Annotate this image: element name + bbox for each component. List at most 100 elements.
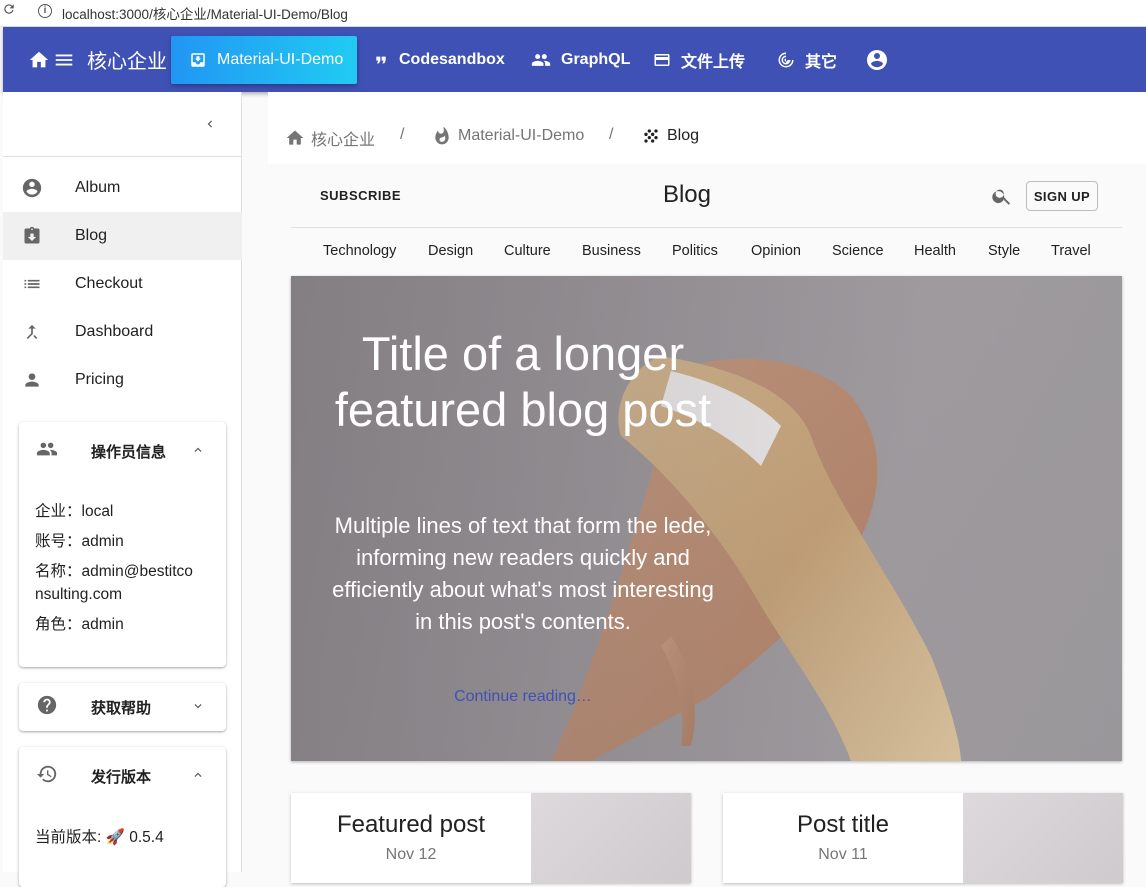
sign-up-button[interactable]: SIGN UP (1026, 181, 1098, 211)
sidebar-item-album[interactable]: Album (3, 164, 242, 212)
help-header[interactable]: 获取帮助 (19, 683, 226, 731)
sidebar-item-checkout[interactable]: Checkout (3, 260, 242, 308)
breadcrumb-label: Blog (667, 127, 700, 144)
whatshot-icon (435, 126, 449, 145)
nav-file-upload[interactable]: 文件上传 (653, 27, 745, 92)
people-icon (36, 438, 58, 465)
section-link[interactable]: Style (988, 243, 1020, 259)
release-header[interactable]: 发行版本 (19, 747, 226, 805)
brand-title[interactable]: 核心企业 (87, 27, 167, 92)
sidebar-item-pricing[interactable]: Pricing (3, 356, 242, 404)
sidebar-item-dashboard[interactable]: Dashboard (3, 308, 242, 356)
breadcrumb-separator: / (609, 126, 614, 143)
browser-url-bar: i localhost:3000/核心企业/Material-UI-Demo/B… (0, 0, 1146, 27)
breadcrumb-separator: / (400, 126, 405, 143)
home-icon (286, 130, 304, 145)
company-line: 企业：local (35, 503, 114, 520)
sidebar-item-label: Dashboard (75, 323, 154, 340)
account-circle-icon (21, 177, 43, 199)
nav-label: 其它 (805, 53, 838, 71)
sidebar: Album Blog Checkout Dashboard Pricing 操作… (3, 92, 242, 887)
help-icon (36, 694, 58, 721)
role-line: 角色：admin (35, 616, 124, 633)
blog-title: Blog (662, 181, 712, 208)
breadcrumb-label: 核心企业 (311, 132, 376, 149)
divider (3, 156, 242, 157)
section-link[interactable]: Business (582, 243, 641, 259)
nav-material-ui-demo[interactable]: Material-UI-Demo (171, 36, 357, 84)
card-title: 发行版本 (91, 768, 152, 786)
breadcrumb-home[interactable]: 核心企业 (285, 126, 375, 150)
version-label: 当前版本: (35, 829, 106, 846)
chevron-down-icon[interactable] (191, 699, 205, 716)
continue-reading-link[interactable]: Continue reading… (321, 688, 725, 706)
chevron-up-icon[interactable] (191, 768, 205, 785)
breadcrumb: 核心企业 / Material-UI-Demo / Blog (268, 92, 1146, 164)
rocket-icon: 🚀 (105, 829, 125, 846)
credit-card-icon (654, 53, 670, 66)
sidebar-item-label: Checkout (75, 275, 143, 292)
version-value: 0.5.4 (129, 829, 164, 846)
card-title: 获取帮助 (91, 699, 152, 717)
home-icon[interactable] (28, 27, 50, 92)
menu-icon[interactable] (53, 27, 75, 92)
post-title: Featured post (336, 811, 486, 838)
grain-icon (644, 129, 658, 143)
url-text[interactable]: localhost:3000/核心企业/Material-UI-Demo/Blo… (62, 3, 348, 23)
section-link[interactable]: Opinion (751, 243, 801, 259)
sidebar-item-label: Blog (75, 227, 108, 244)
nav-codesandbox[interactable]: Codesandbox (373, 27, 505, 92)
breadcrumb-label: Material-UI-Demo (458, 127, 585, 144)
nav-label: Codesandbox (399, 50, 505, 68)
chevron-left-icon[interactable] (203, 114, 217, 137)
inbox-icon (191, 53, 205, 67)
release-card: 发行版本 当前版本: 🚀 0.5.4 (19, 747, 226, 887)
section-link[interactable]: Politics (672, 243, 718, 259)
nav-label: 文件上传 (681, 53, 746, 71)
section-link[interactable]: Culture (504, 243, 551, 259)
breadcrumb-demo[interactable]: Material-UI-Demo (432, 126, 584, 146)
post-card[interactable]: Featured post Nov 12 (291, 793, 691, 883)
nav-other[interactable]: 其它 (777, 27, 837, 92)
post-card[interactable]: Post title Nov 11 (723, 793, 1123, 883)
section-link[interactable]: Design (428, 243, 473, 259)
hero-title: Title of a longer featured blog post (334, 327, 712, 436)
section-link[interactable]: Travel (1051, 243, 1091, 259)
name-line-wrap: nsulting.com (35, 586, 123, 603)
clipboard-icon (21, 225, 43, 247)
post-image (531, 793, 691, 883)
post-title: Post title (796, 811, 890, 838)
person-icon (21, 369, 43, 391)
post-date: Nov 12 (385, 846, 437, 863)
nav-graphql[interactable]: GraphQL (531, 27, 630, 92)
name-line: 名称：admin@bestitco (35, 563, 193, 580)
hero-lede: Multiple lines of text that form the led… (332, 513, 714, 634)
reload-icon[interactable] (2, 2, 16, 19)
merge-icon (21, 321, 43, 343)
account-line: 账号：admin (35, 533, 124, 550)
sidebar-item-blog[interactable]: Blog (3, 212, 242, 260)
account-icon[interactable] (865, 27, 889, 92)
app-bar: 核心企业 Material-UI-Demo Codesandbox GraphQ… (3, 27, 1146, 92)
people-icon (531, 53, 551, 66)
operator-info-card: 操作员信息 企业：local 账号：admin 名称：admin@bestitc… (19, 422, 226, 667)
sidebar-item-label: Album (75, 179, 121, 196)
section-link[interactable]: Science (832, 243, 884, 259)
info-icon[interactable]: i (38, 4, 52, 18)
nav-label: Material-UI-Demo (217, 51, 344, 68)
sidebar-item-label: Pricing (75, 371, 124, 388)
operator-info-header[interactable]: 操作员信息 (19, 422, 226, 480)
chevron-up-icon[interactable] (191, 443, 205, 460)
post-image (963, 793, 1123, 883)
version-line: 当前版本: 🚀 0.5.4 (35, 826, 164, 850)
search-icon[interactable] (991, 185, 1013, 212)
help-card[interactable]: 获取帮助 (19, 683, 226, 731)
card-title: 操作员信息 (91, 443, 167, 461)
section-link[interactable]: Health (914, 243, 956, 259)
featured-post-hero: Title of a longer featured blog post Mul… (291, 276, 1122, 761)
post-date: Nov 11 (818, 846, 868, 863)
section-nav: Technology Design Culture Business Polit… (291, 229, 1122, 275)
quote-icon (376, 56, 386, 63)
section-link[interactable]: Technology (323, 243, 396, 259)
breadcrumb-current: Blog (641, 126, 699, 146)
